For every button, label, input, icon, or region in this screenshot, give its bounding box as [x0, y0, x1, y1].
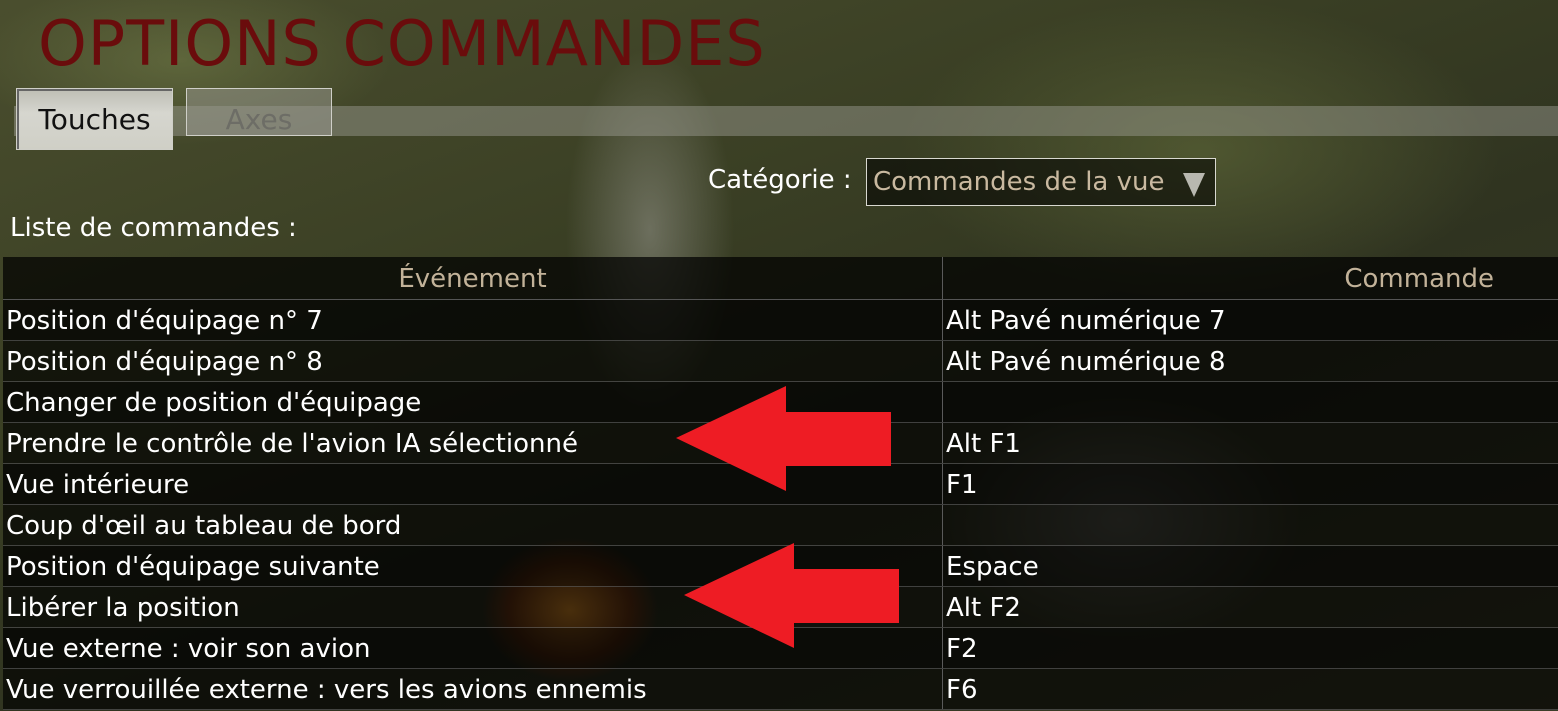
- page-title: OPTIONS COMMANDES: [38, 7, 766, 80]
- command-cell[interactable]: Alt Pavé numérique 7: [943, 300, 1558, 340]
- command-cell[interactable]: [943, 382, 1558, 422]
- column-header-command[interactable]: Commande: [943, 257, 1558, 299]
- chevron-down-icon: [1183, 173, 1205, 197]
- command-cell[interactable]: Alt Pavé numérique 8: [943, 341, 1558, 381]
- category-label: Catégorie :: [708, 165, 852, 195]
- tab-axes[interactable]: Axes: [186, 88, 332, 136]
- table-header: Événement Commande: [3, 257, 1558, 300]
- category-selected-value: Commandes de la vue: [873, 167, 1165, 197]
- category-dropdown[interactable]: Commandes de la vue: [866, 158, 1216, 206]
- table-row[interactable]: Position d'équipage n° 7 Alt Pavé numéri…: [3, 300, 1558, 341]
- event-cell: Vue verrouillée externe : vers les avion…: [3, 669, 943, 709]
- table-body: Position d'équipage n° 7 Alt Pavé numéri…: [3, 300, 1558, 710]
- table-row[interactable]: Position d'équipage n° 8 Alt Pavé numéri…: [3, 341, 1558, 382]
- command-list-label: Liste de commandes :: [10, 213, 297, 243]
- command-cell[interactable]: Alt F2: [943, 587, 1558, 627]
- table-row[interactable]: Coup d'œil au tableau de bord: [3, 505, 1558, 546]
- command-cell[interactable]: Espace: [943, 546, 1558, 586]
- tab-touches[interactable]: Touches: [16, 88, 173, 150]
- left-arrow-icon: [684, 543, 899, 648]
- table-row[interactable]: Vue verrouillée externe : vers les avion…: [3, 669, 1558, 710]
- game-background: OPTIONS COMMANDES Touches Axes Catégorie…: [0, 0, 1558, 711]
- command-cell[interactable]: Alt F1: [943, 423, 1558, 463]
- event-cell: Position d'équipage n° 7: [3, 300, 943, 340]
- left-arrow-icon: [676, 386, 891, 491]
- command-cell[interactable]: F6: [943, 669, 1558, 709]
- column-header-event[interactable]: Événement: [3, 257, 943, 299]
- command-cell[interactable]: [943, 505, 1558, 545]
- event-cell: Coup d'œil au tableau de bord: [3, 505, 943, 545]
- command-cell[interactable]: F2: [943, 628, 1558, 668]
- event-cell: Position d'équipage n° 8: [3, 341, 943, 381]
- command-cell[interactable]: F1: [943, 464, 1558, 504]
